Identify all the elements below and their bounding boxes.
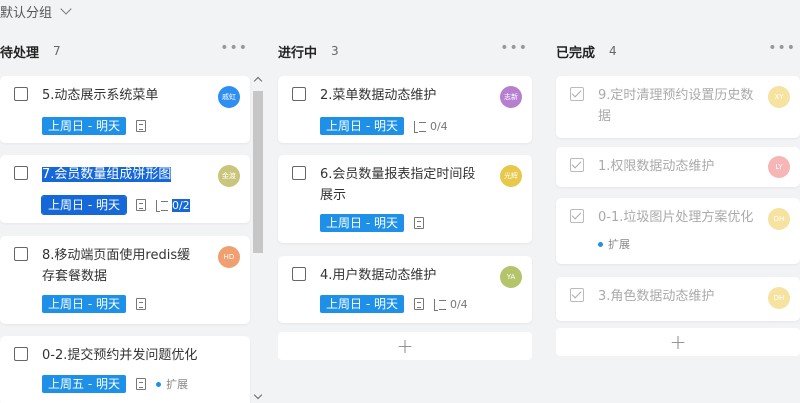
task-checkbox[interactable]: [292, 87, 306, 101]
task-card[interactable]: 9.定时清理预约设置历史数据 XY: [556, 76, 800, 138]
task-title: 7.会员数量组成饼形图: [42, 167, 172, 182]
column-header: 进行中 3 •••: [278, 36, 532, 66]
avatar: 光辉: [500, 165, 522, 187]
column-count: 7: [53, 44, 61, 58]
subtask-count: 0/2: [171, 198, 190, 212]
date-tag[interactable]: 上周日 - 明天: [320, 117, 404, 135]
task-title: 3.角色数据动态维护: [598, 289, 715, 304]
task-title: 6.会员数量报表指定时间段展示: [320, 167, 476, 203]
task-card[interactable]: 1.权限数据动态维护 LY: [556, 147, 800, 187]
subtask-icon: [155, 199, 168, 212]
task-title: 5.动态展示系统菜单: [42, 88, 159, 103]
column-title: 待处理: [0, 45, 40, 61]
scroll-down-icon[interactable]: [253, 390, 263, 400]
column-count: 4: [609, 44, 617, 58]
date-tag[interactable]: 上周五 - 明天: [42, 375, 126, 393]
avatar: HD: [218, 246, 240, 268]
extension-label: 扩展: [598, 236, 630, 252]
task-title: 0-1.垃圾图片处理方案优化: [598, 210, 754, 225]
column-done: 已完成 4 •••: [556, 36, 800, 66]
avatar: DH: [768, 208, 790, 230]
subtask-icon: [433, 298, 446, 311]
task-card[interactable]: 3.角色数据动态维护 DH: [556, 277, 800, 321]
task-title: 8.移动端页面使用redis缓存套餐数据: [42, 248, 191, 284]
avatar: 金渡: [218, 165, 240, 187]
subtask-count: 0/4: [429, 119, 448, 133]
group-selector[interactable]: 默认分组: [0, 0, 72, 22]
column-count: 3: [331, 44, 339, 58]
group-label: 默认分组: [0, 5, 53, 21]
task-checkbox[interactable]: [292, 166, 306, 180]
document-icon: [135, 120, 146, 132]
document-icon: [135, 298, 146, 310]
more-icon[interactable]: •••: [220, 40, 248, 56]
task-checkbox[interactable]: [292, 267, 306, 281]
task-card[interactable]: 6.会员数量报表指定时间段展示 光辉 上周日 - 明天: [278, 155, 532, 243]
task-card[interactable]: 0-1.垃圾图片处理方案优化 DH 扩展: [556, 198, 800, 264]
avatar: LY: [768, 156, 790, 178]
task-title: 4.用户数据动态维护: [320, 268, 437, 283]
subtask-count: 0/4: [449, 297, 468, 311]
document-icon: [413, 298, 424, 310]
task-card[interactable]: 8.移动端页面使用redis缓存套餐数据 HD 上周日 - 明天: [0, 236, 250, 324]
extension-label: 扩展: [155, 376, 188, 392]
task-card[interactable]: 0-2.提交预约并发问题优化 上周五 - 明天 扩展: [0, 336, 250, 403]
document-icon: [135, 378, 146, 390]
date-tag[interactable]: 上周日 - 明天: [41, 195, 127, 215]
task-card[interactable]: 7.会员数量组成饼形图 金渡 上周日 - 明天 0/2: [0, 155, 250, 223]
dot-icon: [155, 381, 161, 387]
avatar: YA: [500, 266, 522, 288]
column-header: 待处理 7 •••: [0, 36, 252, 66]
chevron-down-icon: [60, 3, 72, 15]
task-checkbox[interactable]: [570, 158, 584, 172]
avatar: 志新: [500, 86, 522, 108]
add-task-button[interactable]: +: [278, 332, 532, 360]
document-icon: [413, 217, 424, 229]
more-icon[interactable]: •••: [500, 40, 528, 56]
scrollbar[interactable]: [252, 76, 264, 403]
task-checkbox[interactable]: [14, 247, 28, 261]
task-card[interactable]: 2.菜单数据动态维护 志新 上周日 - 明天 0/4: [278, 76, 532, 143]
avatar: XY: [768, 86, 790, 108]
date-tag[interactable]: 上周日 - 明天: [320, 214, 404, 232]
column-title: 进行中: [278, 45, 318, 61]
task-title: 0-2.提交预约并发问题优化: [42, 348, 198, 363]
task-checkbox[interactable]: [14, 166, 28, 180]
add-task-button[interactable]: +: [556, 328, 800, 356]
date-tag[interactable]: 上周日 - 明天: [42, 295, 126, 313]
date-tag[interactable]: 上周日 - 明天: [42, 117, 126, 135]
avatar: 戚虹: [218, 86, 240, 108]
column-todo: 待处理 7 •••: [0, 36, 252, 66]
column-title: 已完成: [556, 45, 596, 61]
more-icon[interactable]: •••: [768, 40, 796, 56]
task-checkbox[interactable]: [570, 288, 584, 302]
task-title: 2.菜单数据动态维护: [320, 88, 437, 103]
document-icon: [135, 199, 146, 211]
task-checkbox[interactable]: [570, 87, 584, 101]
task-card[interactable]: 4.用户数据动态维护 YA 上周日 - 明天 0/4: [278, 256, 532, 323]
scroll-thumb[interactable]: [253, 91, 263, 253]
column-header: 已完成 4 •••: [556, 36, 800, 66]
avatar: DH: [768, 287, 790, 309]
task-checkbox[interactable]: [570, 209, 584, 223]
task-title: 1.权限数据动态维护: [598, 159, 715, 174]
column-in-progress: 进行中 3 •••: [278, 36, 532, 66]
date-tag[interactable]: 上周日 - 明天: [320, 295, 404, 313]
task-checkbox[interactable]: [14, 347, 28, 361]
scroll-up-icon[interactable]: [253, 76, 263, 86]
task-card[interactable]: 5.动态展示系统菜单 戚虹 上周日 - 明天: [0, 76, 250, 143]
subtask-icon: [413, 120, 426, 133]
dot-icon: [598, 241, 603, 247]
task-title: 9.定时清理预约设置历史数据: [598, 88, 754, 124]
task-checkbox[interactable]: [14, 87, 28, 101]
